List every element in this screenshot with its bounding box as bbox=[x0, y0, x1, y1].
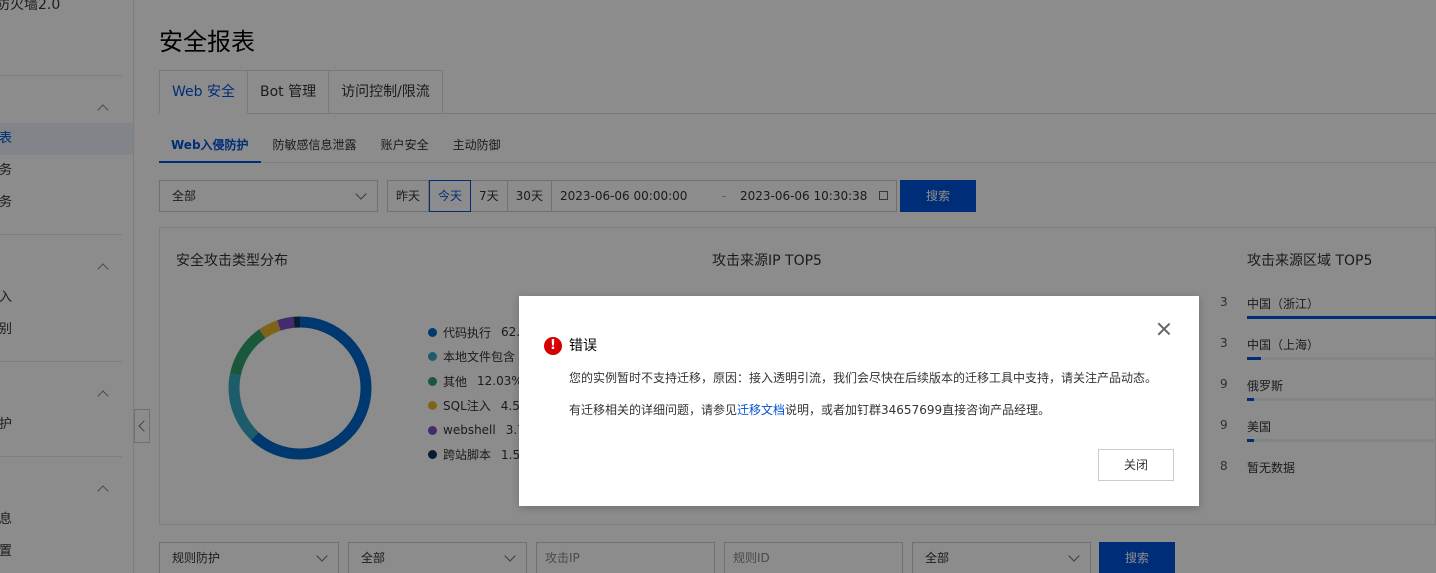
migration-doc-link[interactable]: 迁移文档 bbox=[737, 403, 785, 417]
error-dialog: ! 错误 您的实例暂时不支持迁移，原因：接入透明引流，我们会尽快在后续版本的迁移… bbox=[519, 296, 1199, 506]
close-button[interactable]: 关闭 bbox=[1098, 449, 1174, 481]
close-icon[interactable] bbox=[1157, 322, 1171, 336]
dialog-help-text: 有迁移相关的详细问题，请参见迁移文档说明，或者加钉群34657699直接咨询产品… bbox=[569, 401, 1050, 418]
error-icon: ! bbox=[544, 337, 562, 355]
dialog-title: 错误 bbox=[569, 338, 597, 354]
help-prefix: 有迁移相关的详细问题，请参见 bbox=[569, 403, 738, 417]
help-suffix: 说明，或者加钉群34657699直接咨询产品经理。 bbox=[785, 403, 1051, 417]
dialog-message: 您的实例暂时不支持迁移，原因：接入透明引流，我们会尽快在后续版本的迁移工具中支持… bbox=[569, 371, 1158, 385]
